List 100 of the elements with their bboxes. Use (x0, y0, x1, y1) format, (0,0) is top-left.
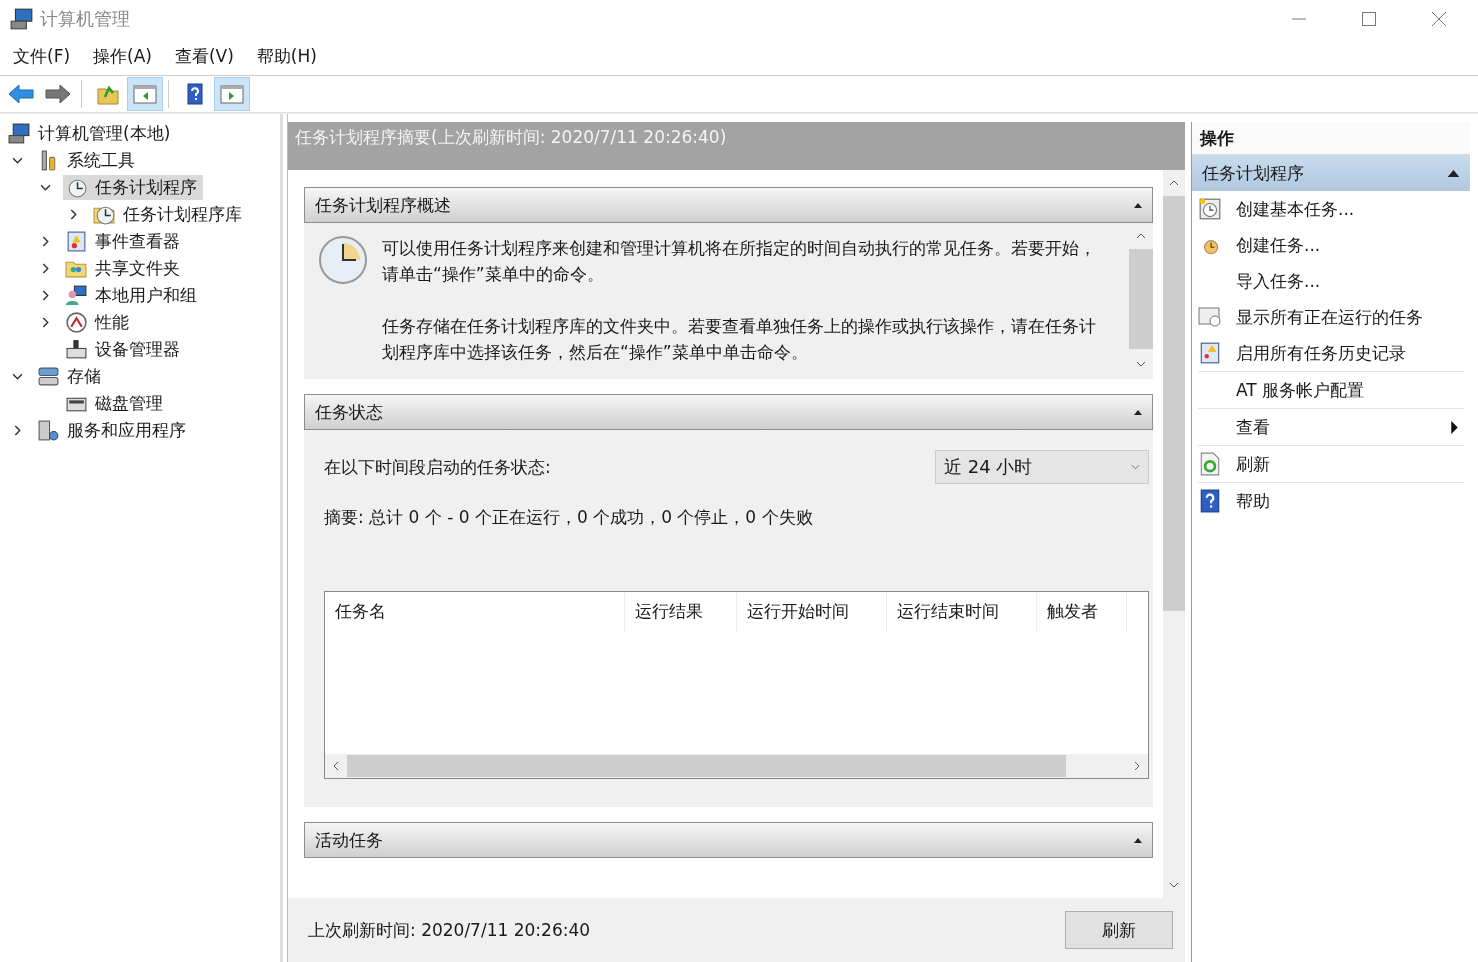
action-group-header[interactable]: 任务计划程序 (1192, 155, 1470, 191)
chevron-down-icon[interactable] (12, 155, 23, 166)
menu-item[interactable]: 帮助(H) (247, 44, 327, 68)
tree-item-label: 事件查看器 (95, 230, 180, 253)
scroll-up-icon[interactable] (1169, 180, 1179, 186)
chevron-down-icon[interactable] (12, 371, 23, 382)
window-title: 计算机管理 (40, 6, 130, 31)
section-header[interactable]: 任务状态 (304, 394, 1153, 430)
scrollbar[interactable] (1163, 170, 1185, 898)
summary-text: 摘要: 总计 0 个 - 0 个正在运行，0 个成功，0 个停止，0 个失败 (324, 506, 814, 529)
tree-item-label: 服务和应用程序 (67, 419, 186, 442)
action-item[interactable]: 创建基本任务... (1198, 191, 1464, 227)
tree-item[interactable]: 磁盘管理 (63, 391, 169, 416)
action-item[interactable]: AT 服务帐户配置 (1198, 372, 1464, 409)
tree-item[interactable]: 设备管理器 (63, 337, 186, 362)
action-label: 显示所有正在运行的任务 (1236, 305, 1424, 329)
chevron-right-icon[interactable] (12, 425, 23, 436)
tree-item[interactable]: 任务计划程序库 (91, 202, 248, 227)
action-item[interactable]: 帮助 (1198, 483, 1464, 519)
tree-item-label: 性能 (95, 311, 129, 334)
pane-icon (132, 83, 158, 105)
chevron-down-icon (1131, 464, 1140, 470)
tree-item[interactable]: 共享文件夹 (63, 256, 186, 281)
tree-item-label: 任务计划程序 (95, 176, 197, 199)
close-icon[interactable] (1432, 11, 1446, 26)
chevron-right-icon[interactable] (40, 236, 51, 247)
action-item[interactable]: 导入任务... (1198, 263, 1464, 299)
scrollbar[interactable] (325, 754, 1148, 778)
collapse-caret-icon[interactable] (1134, 202, 1142, 208)
action-item[interactable]: 启用所有任务历史记录 (1198, 335, 1464, 372)
collapse-caret-icon[interactable] (1134, 837, 1142, 843)
action-label: 创建基本任务... (1236, 197, 1356, 221)
chevron-right-icon[interactable] (40, 263, 51, 274)
tree-item-label: 任务计划程序库 (123, 203, 242, 226)
computer-icon (10, 6, 34, 31)
tree-item[interactable]: 系统工具 (35, 148, 141, 173)
menu-item[interactable]: 操作(A) (84, 44, 162, 68)
clock-icon (318, 235, 368, 285)
action-label: 刷新 (1236, 452, 1271, 476)
tree-item[interactable]: 本地用户和组 (63, 283, 203, 308)
column-header[interactable]: 运行结果 (625, 592, 737, 632)
refresh-icon (1198, 452, 1222, 476)
section-header[interactable]: 活动任务 (304, 822, 1153, 858)
tree-item[interactable]: 任务计划程序 (63, 175, 203, 200)
column-header[interactable]: 任务名 (325, 592, 625, 632)
menu-item[interactable]: 文件(F) (4, 44, 81, 68)
storage-icon (37, 365, 60, 388)
action-label: 创建任务... (1236, 233, 1322, 257)
tree-item-label: 本地用户和组 (95, 284, 197, 307)
tree-item[interactable]: 事件查看器 (63, 229, 186, 254)
log-icon (65, 230, 88, 253)
tree-item-label: 系统工具 (67, 149, 135, 172)
summary-title: 任务计划程序摘要(上次刷新时间: 2020/7/11 20:26:40) (295, 127, 727, 147)
forward-arrow-icon (45, 83, 71, 105)
maximize-icon[interactable] (1362, 11, 1376, 26)
column-header[interactable]: 运行结束时间 (887, 592, 1037, 632)
scroll-right-icon[interactable] (1134, 761, 1140, 771)
scroll-left-icon[interactable] (333, 761, 339, 771)
help-icon (1198, 489, 1222, 513)
collapse-caret-icon[interactable] (1134, 409, 1142, 415)
tree-item[interactable]: 性能 (63, 310, 135, 335)
tree-item[interactable]: 服务和应用程序 (35, 418, 192, 443)
scroll-up-icon[interactable] (1136, 233, 1146, 239)
back-arrow-icon (8, 83, 34, 105)
action-item[interactable]: 查看 (1198, 409, 1464, 446)
period-label: 在以下时间段启动的任务状态: (324, 455, 551, 479)
action-item[interactable]: 刷新 (1198, 446, 1464, 483)
refresh-button[interactable]: 刷新 (1065, 911, 1173, 949)
action-item[interactable]: 显示所有正在运行的任务 (1198, 299, 1464, 335)
action-group-title: 任务计划程序 (1202, 161, 1304, 185)
scroll-down-icon[interactable] (1169, 882, 1179, 888)
chevron-right-icon[interactable] (40, 290, 51, 301)
section-title: 活动任务 (315, 828, 383, 852)
action-label: AT 服务帐户配置 (1236, 378, 1366, 402)
gauge-icon (65, 311, 88, 334)
chevron-right-icon[interactable] (68, 209, 79, 220)
tree-item[interactable]: 存储 (35, 364, 107, 389)
tree-item[interactable]: 计算机管理(本地) (6, 121, 177, 146)
action-label: 查看 (1236, 415, 1271, 439)
chevron-right-icon[interactable] (40, 317, 51, 328)
pane-title: 操作 (1192, 122, 1470, 155)
tree-item-label: 磁盘管理 (95, 392, 163, 415)
period-dropdown[interactable]: 近 24 小时 (935, 450, 1149, 484)
chevron-down-icon[interactable] (40, 182, 51, 193)
tree-item-label: 设备管理器 (95, 338, 180, 361)
column-header[interactable]: 触发者 (1037, 592, 1127, 632)
section-title: 任务状态 (315, 400, 383, 424)
column-header[interactable]: 运行开始时间 (737, 592, 887, 632)
section-header[interactable]: 任务计划程序概述 (304, 187, 1153, 223)
menu-item[interactable]: 查看(V) (165, 44, 244, 68)
description-text: 任务存储在任务计划程序库的文件夹中。若要查看单独任务上的操作或执行该操作，请在任务计划程序库中选择该任务，然后在“操作”菜单中单击命令。 (382, 315, 1097, 364)
pane-icon (219, 83, 245, 105)
section-title: 任务计划程序概述 (315, 193, 451, 217)
action-label: 导入任务... (1236, 269, 1322, 293)
calendar-clock-icon (1198, 197, 1222, 221)
action-item[interactable]: 创建任务... (1198, 227, 1464, 263)
collapse-caret-icon[interactable] (1447, 169, 1460, 177)
scroll-down-icon[interactable] (1136, 361, 1146, 367)
tree-item-label: 存储 (67, 365, 101, 388)
description-text: 可以使用任务计划程序来创建和管理计算机将在所指定的时间自动执行的常见任务。若要开始，请单击“操作”菜单中的命令。 (382, 237, 1097, 286)
